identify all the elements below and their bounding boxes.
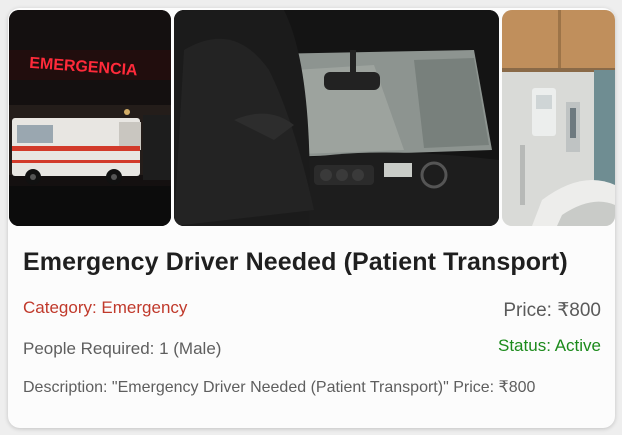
image-gallery: EMERGENCIA [8,8,615,226]
price-label: Price: ₹800 [503,300,601,321]
hospital-room-photo[interactable] [502,10,615,226]
job-title: Emergency Driver Needed (Patient Transpo… [23,248,568,276]
people-required-label: People Required: 1 (Male) [23,339,222,358]
ambulance-photo[interactable]: EMERGENCIA [9,10,171,226]
job-card[interactable]: EMERGENCIA Emergency Driver Needed (Pati… [8,8,615,428]
status-label: Status: Active [498,336,601,355]
description-text: Description: "Emergency Driver Needed (P… [23,379,536,396]
category-label: Category: Emergency [23,298,188,317]
driver-interior-photo[interactable] [174,10,499,226]
